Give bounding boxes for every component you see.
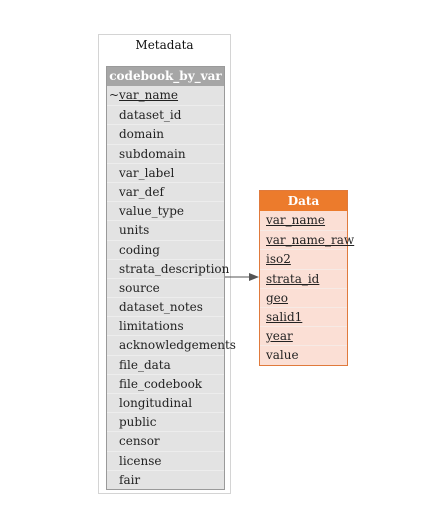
field-row: license bbox=[107, 450, 224, 470]
key-field-label: var_name bbox=[119, 88, 179, 102]
field-label: longitudinal bbox=[119, 396, 193, 410]
field-row: geo bbox=[260, 287, 347, 307]
field-row: dataset_notes bbox=[107, 297, 224, 316]
table-header: Data bbox=[260, 191, 347, 211]
field-label: file_data bbox=[119, 357, 171, 372]
field-label: value_type bbox=[119, 204, 184, 219]
key-field-label: var_name bbox=[266, 213, 326, 227]
field-list: var_name var_name_raw iso2 strata_idgeo sali… bbox=[260, 211, 354, 365]
field-row: censor bbox=[107, 431, 224, 450]
key-field-label: iso2 bbox=[266, 252, 291, 267]
field-row: subdomain bbox=[107, 143, 224, 163]
field-label: units bbox=[119, 223, 150, 238]
codebook-by-var-table: codebook_by_var ~ var_name dataset_iddomai… bbox=[106, 66, 236, 490]
key-field-label: strata_id bbox=[266, 271, 320, 286]
field-row: public bbox=[107, 412, 224, 431]
field-row: units bbox=[107, 220, 224, 239]
key-field-label: var_name_raw bbox=[266, 233, 355, 248]
field-row: coding bbox=[107, 239, 224, 259]
field-label: var_def bbox=[119, 184, 164, 199]
field-row: source bbox=[107, 277, 224, 297]
field-label: value bbox=[266, 348, 299, 363]
field-label: domain bbox=[119, 127, 165, 142]
field-label: subdomain bbox=[119, 146, 186, 161]
field-row: ~ var_name bbox=[107, 86, 224, 105]
field-marker: ~ bbox=[109, 88, 120, 102]
field-row: strata_description bbox=[107, 258, 229, 278]
field-label: censor bbox=[119, 434, 160, 449]
field-row: fair bbox=[107, 469, 224, 489]
field-row: var_label bbox=[107, 162, 224, 182]
table-header: codebook_by_var bbox=[107, 67, 224, 86]
field-row: limitations bbox=[107, 316, 224, 335]
field-row: value bbox=[260, 345, 347, 364]
field-row: dataset_id bbox=[107, 105, 224, 124]
field-label: var_label bbox=[119, 165, 175, 180]
field-label: coding bbox=[119, 242, 160, 257]
field-row: salid1 bbox=[260, 306, 347, 326]
field-row: longitudinal bbox=[107, 393, 224, 412]
field-row: var_name bbox=[260, 211, 347, 230]
field-row: acknowledgements bbox=[107, 335, 236, 354]
field-row: var_def bbox=[107, 181, 224, 201]
field-label: dataset_id bbox=[119, 108, 182, 123]
field-label: source bbox=[119, 280, 160, 295]
data-table: Data var_name var_name_raw iso2 strata_idge… bbox=[259, 190, 354, 366]
field-row: iso2 bbox=[260, 249, 347, 268]
field-row: domain bbox=[107, 124, 224, 143]
field-row: strata_id bbox=[260, 268, 347, 288]
field-row: year bbox=[260, 326, 347, 345]
field-row: file_data bbox=[107, 354, 224, 374]
key-field-label: geo bbox=[266, 290, 289, 305]
field-label: acknowledgements bbox=[119, 338, 236, 353]
field-list: ~ var_name dataset_iddomain subdomain var_la… bbox=[107, 86, 236, 489]
field-label: file_codebook bbox=[119, 376, 203, 391]
field-row: value_type bbox=[107, 201, 224, 220]
field-row: var_name_raw bbox=[260, 230, 354, 249]
field-label: fair bbox=[119, 472, 141, 487]
field-label: limitations bbox=[119, 319, 184, 334]
field-label: dataset_notes bbox=[119, 300, 203, 315]
field-label: strata_description bbox=[119, 261, 230, 276]
field-row: file_codebook bbox=[107, 373, 224, 393]
key-field-label: salid1 bbox=[266, 309, 303, 324]
cluster-title: Metadata bbox=[135, 38, 194, 52]
field-label: public bbox=[119, 415, 157, 430]
key-field-label: year bbox=[266, 329, 293, 344]
field-label: license bbox=[119, 453, 162, 468]
